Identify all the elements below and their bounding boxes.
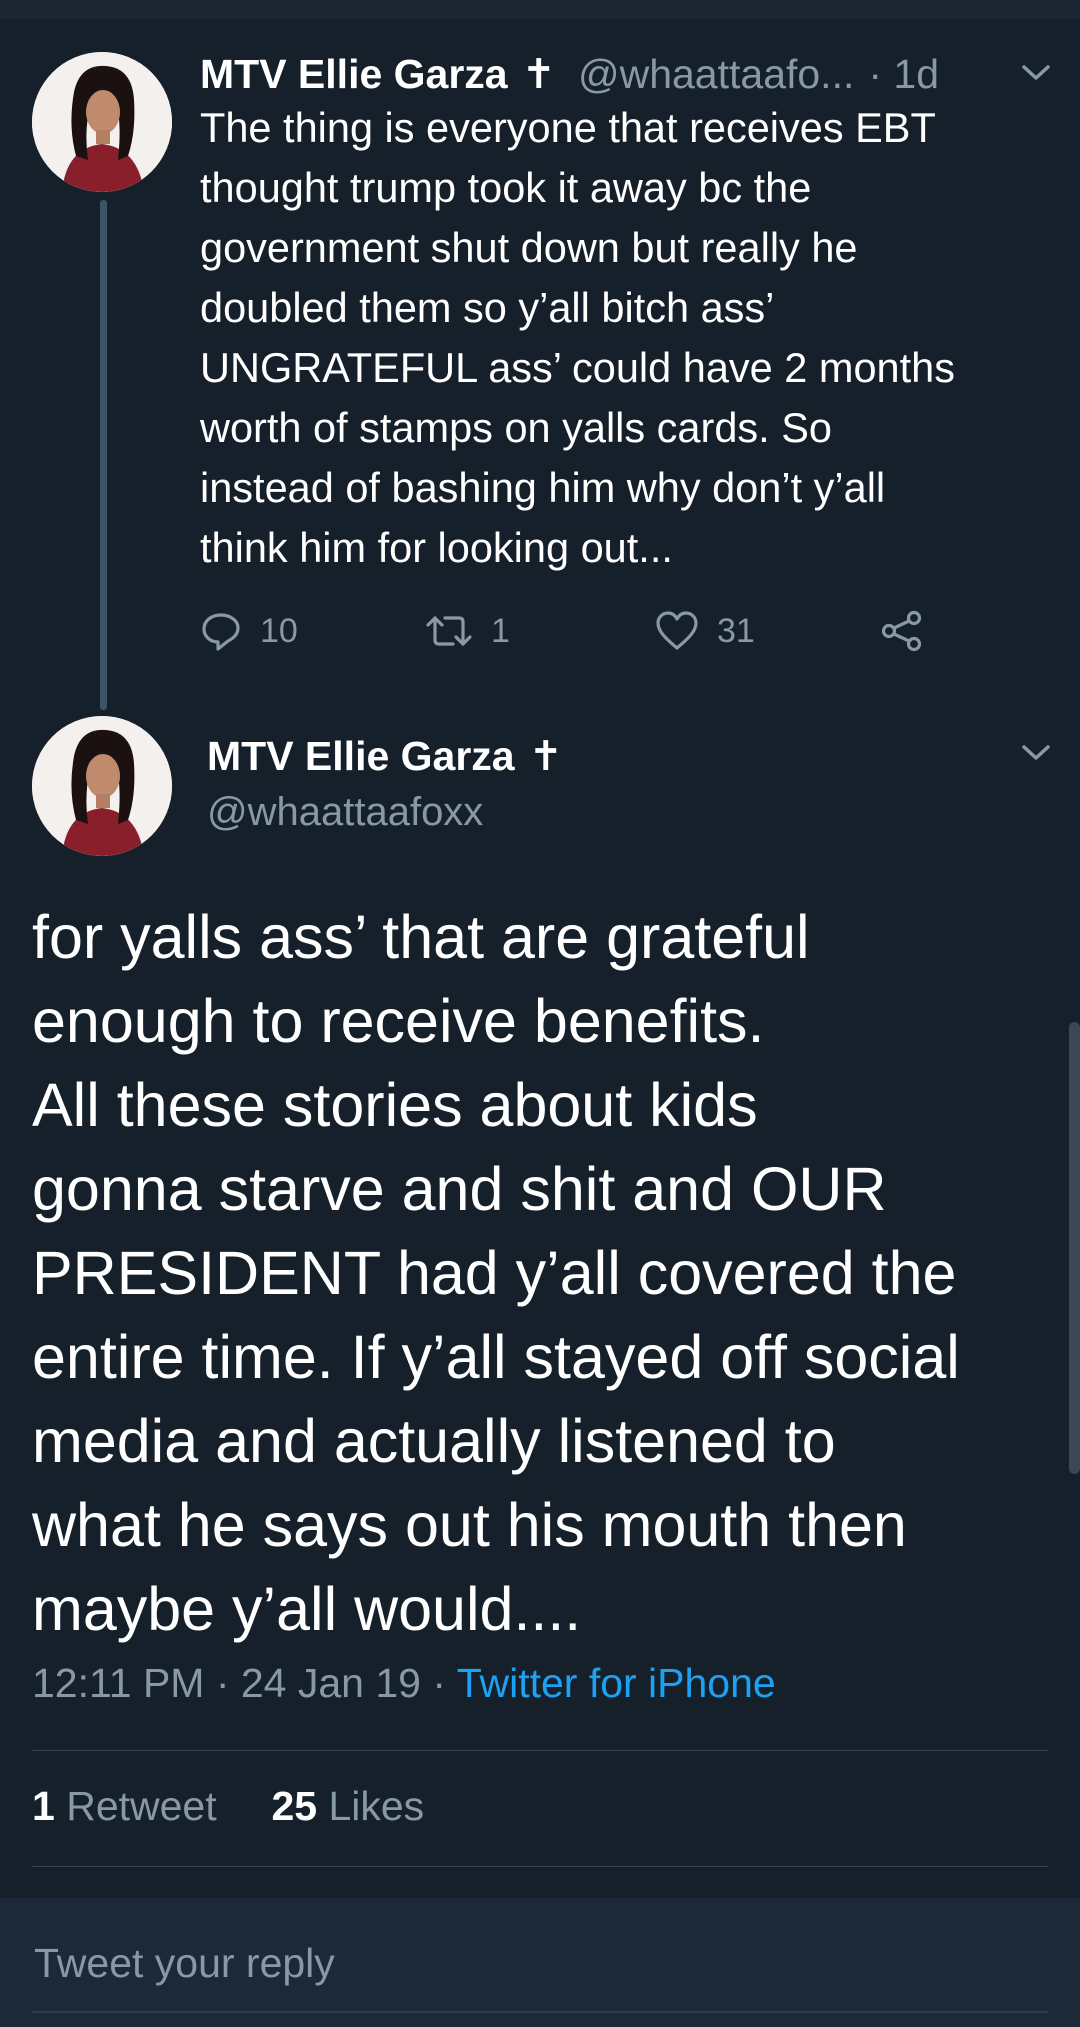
main-avatar[interactable] xyxy=(32,716,172,856)
parent-timestamp[interactable]: · 1d xyxy=(868,51,939,98)
thread-line xyxy=(100,200,107,710)
likes-stat[interactable]: 25 Likes xyxy=(271,1783,424,1829)
chevron-down-icon[interactable] xyxy=(1020,742,1052,764)
main-handle[interactable]: @whaattaafoxx xyxy=(207,790,483,835)
heart-icon xyxy=(656,611,698,650)
parent-tweet-header: MTV Ellie Garza ✝ @whaattaafo... · 1d xyxy=(200,44,939,104)
scrollbar[interactable] xyxy=(1069,1022,1080,1474)
cross-badge-icon: ✝ xyxy=(528,733,563,779)
reply-button[interactable]: 10 xyxy=(200,604,298,658)
retweet-count: 1 xyxy=(491,611,510,650)
reply-count: 10 xyxy=(260,611,298,650)
main-tweet-text: for yalls ass’ that are grateful enough … xyxy=(32,903,960,1643)
retweet-icon xyxy=(426,616,472,646)
parent-handle[interactable]: @whaattaafo... xyxy=(578,51,854,98)
reply-bar xyxy=(0,1898,1080,2027)
main-display-name[interactable]: MTV Ellie Garza xyxy=(207,733,515,780)
divider xyxy=(32,1750,1048,1751)
share-icon xyxy=(881,610,922,652)
tweet-stats: 1 Retweet 25 Likes xyxy=(32,1783,424,1830)
retweet-button[interactable]: 1 xyxy=(425,604,510,658)
like-count: 31 xyxy=(717,611,755,650)
parent-display-name[interactable]: MTV Ellie Garza xyxy=(200,51,508,98)
divider xyxy=(32,1866,1048,1867)
cross-badge-icon: ✝ xyxy=(521,51,556,97)
reply-icon xyxy=(202,613,240,651)
tweet-detail-screen: MTV Ellie Garza ✝ @whaattaafo... · 1d Th… xyxy=(0,0,1080,2027)
parent-tweet-actions: 10 1 31 xyxy=(200,604,940,658)
tweet-meta: 12:11 PM · 24 Jan 19 · Twitter for iPhon… xyxy=(32,1660,776,1707)
like-button[interactable]: 31 xyxy=(655,604,755,658)
parent-tweet-text: The thing is everyone that receives EBT … xyxy=(200,104,955,571)
likes-label: Likes xyxy=(317,1783,425,1829)
tweet-timestamp: 12:11 PM · 24 Jan 19 · xyxy=(32,1660,457,1706)
chevron-down-icon[interactable] xyxy=(1020,62,1052,84)
retweets-stat[interactable]: 1 Retweet xyxy=(32,1783,217,1829)
tweet-source-link[interactable]: Twitter for iPhone xyxy=(457,1660,776,1706)
main-tweet-header: MTV Ellie Garza ✝ xyxy=(207,728,563,784)
top-strip xyxy=(0,0,1080,18)
reply-underline xyxy=(32,2011,1048,2013)
likes-count: 25 xyxy=(271,1783,318,1829)
share-button[interactable] xyxy=(880,604,942,658)
parent-avatar[interactable] xyxy=(32,52,172,192)
retweets-label: Retweet xyxy=(54,1783,217,1829)
retweets-count: 1 xyxy=(32,1783,55,1829)
reply-input[interactable] xyxy=(32,1932,1036,1994)
